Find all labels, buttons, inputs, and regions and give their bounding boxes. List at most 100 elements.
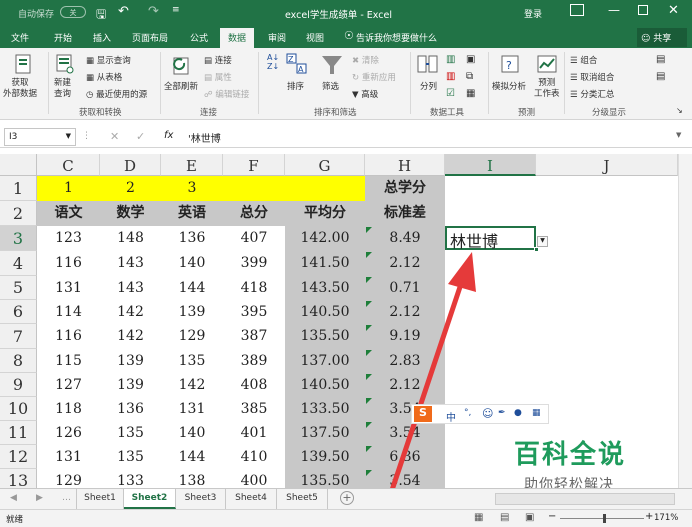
save-icon[interactable]: 🖫 xyxy=(96,5,106,26)
zoom-level[interactable]: 171% xyxy=(654,513,678,523)
cell-g7[interactable]: 135.50 xyxy=(285,324,365,349)
mic-icon[interactable]: ● xyxy=(514,408,522,418)
cell-d12[interactable]: 135 xyxy=(100,445,161,469)
text-to-columns-button[interactable]: 分列 xyxy=(420,80,437,92)
cell-e7[interactable]: 129 xyxy=(161,324,223,349)
from-table-button[interactable]: ▦ 从表格 xyxy=(86,71,122,83)
cell-c5[interactable]: 131 xyxy=(37,276,100,300)
cell-d5[interactable]: 143 xyxy=(100,276,161,300)
dialog-launcher-icon[interactable]: ↘ xyxy=(676,106,683,115)
row-header-7[interactable]: 7 xyxy=(0,324,37,349)
cell-g10[interactable]: 133.50 xyxy=(285,397,365,421)
manage-data-model-icon[interactable]: ▦ xyxy=(466,88,475,99)
cell-d6[interactable]: 142 xyxy=(100,300,161,324)
flash-fill-icon[interactable]: ▥ xyxy=(446,54,455,65)
cell-f4[interactable]: 399 xyxy=(223,251,285,276)
select-all-corner[interactable] xyxy=(0,154,37,176)
tab-file[interactable]: 文件 xyxy=(11,31,29,44)
cell-e8[interactable]: 135 xyxy=(161,349,223,373)
cell-e12[interactable]: 144 xyxy=(161,445,223,469)
cell-e13[interactable]: 138 xyxy=(161,469,223,488)
column-header-g[interactable]: G xyxy=(285,154,365,176)
tab-insert[interactable]: 插入 xyxy=(93,31,111,44)
vertical-scrollbar[interactable] xyxy=(678,154,692,488)
cell-d1[interactable]: 2 xyxy=(100,176,161,201)
toolbox-icon[interactable]: ▦ xyxy=(532,408,541,418)
cell-f5[interactable]: 418 xyxy=(223,276,285,300)
cell-d3[interactable]: 148 xyxy=(100,226,161,251)
tab-data[interactable]: 数据 xyxy=(220,28,255,48)
cell-g9[interactable]: 140.50 xyxy=(285,373,365,397)
sheet-tab-sheet1[interactable]: Sheet1 xyxy=(76,489,124,509)
zoom-in-icon[interactable]: + xyxy=(645,511,653,522)
column-header-d[interactable]: D xyxy=(100,154,161,176)
close-icon[interactable]: ✕ xyxy=(668,3,679,18)
refresh-all-button[interactable]: 全部刷新 xyxy=(164,80,198,92)
column-header-c[interactable]: C xyxy=(37,154,100,176)
add-sheet-icon[interactable]: + xyxy=(340,491,354,505)
page-break-view-icon[interactable]: ▣ xyxy=(525,512,534,523)
advanced-button[interactable]: ▼ 高级 xyxy=(352,88,378,100)
tab-page-layout[interactable]: 页面布局 xyxy=(132,31,168,44)
cell-d10[interactable]: 136 xyxy=(100,397,161,421)
formula-input[interactable]: '林世博 xyxy=(188,130,221,145)
cell-e10[interactable]: 131 xyxy=(161,397,223,421)
ribbon-display-icon[interactable] xyxy=(570,4,584,16)
row-header-12[interactable]: 12 xyxy=(0,445,37,469)
cell-e3[interactable]: 136 xyxy=(161,226,223,251)
subtotal-button[interactable]: ☰ 分类汇总 xyxy=(570,88,614,100)
undo-icon[interactable]: ↶ xyxy=(118,4,129,19)
cell-e9[interactable]: 142 xyxy=(161,373,223,397)
cell-c3[interactable]: 123 xyxy=(37,226,100,251)
cell-e6[interactable]: 139 xyxy=(161,300,223,324)
cell-h1[interactable]: 总学分 xyxy=(365,176,445,201)
row-header-8[interactable]: 8 xyxy=(0,349,37,373)
properties-button[interactable]: ▤ 属性 xyxy=(204,71,232,83)
cell-d7[interactable]: 142 xyxy=(100,324,161,349)
cell-g4[interactable]: 141.50 xyxy=(285,251,365,276)
punctuation-icon[interactable]: °, xyxy=(464,408,471,418)
cell-f9[interactable]: 408 xyxy=(223,373,285,397)
row-header-5[interactable]: 5 xyxy=(0,276,37,300)
consolidate-icon[interactable]: ▣ xyxy=(466,54,475,65)
sheet-tab-sheet2[interactable]: Sheet2 xyxy=(124,489,176,509)
tab-home[interactable]: 开始 xyxy=(54,31,72,44)
cell-d13[interactable]: 133 xyxy=(100,469,161,488)
redo-icon[interactable]: ↷ xyxy=(148,4,159,19)
column-header-f[interactable]: F xyxy=(223,154,285,176)
cell-c10[interactable]: 118 xyxy=(37,397,100,421)
clear-button[interactable]: ✖ 清除 xyxy=(352,54,379,66)
row-header-4[interactable]: 4 xyxy=(0,251,37,276)
row-header-10[interactable]: 10 xyxy=(0,397,37,421)
zoom-out-icon[interactable]: − xyxy=(548,511,556,522)
cell-g12[interactable]: 139.50 xyxy=(285,445,365,469)
share-button[interactable]: ☺ 共享 xyxy=(637,28,687,47)
login-link[interactable]: 登录 xyxy=(524,7,542,20)
chevron-down-icon[interactable]: ▼ xyxy=(66,132,71,140)
column-header-e[interactable]: E xyxy=(161,154,223,176)
cell-e11[interactable]: 140 xyxy=(161,421,223,445)
remove-duplicates-icon[interactable]: ▥ xyxy=(446,71,455,82)
expand-formula-icon[interactable]: ▼ xyxy=(676,131,681,139)
cell-c12[interactable]: 131 xyxy=(37,445,100,469)
get-external-data-button[interactable]: 获取 外部数据 xyxy=(3,78,37,100)
autosave-toggle[interactable]: 关 xyxy=(60,6,86,18)
ime-language[interactable]: 中 xyxy=(446,409,456,424)
cell-g2[interactable]: 平均分 xyxy=(285,201,365,226)
cell-d11[interactable]: 135 xyxy=(100,421,161,445)
row-header-1[interactable]: 1 xyxy=(0,176,37,201)
name-box[interactable]: I3 ▼ xyxy=(4,128,76,146)
customize-qat-icon[interactable]: ≡ xyxy=(172,5,180,15)
cell-f11[interactable]: 401 xyxy=(223,421,285,445)
relationships-icon[interactable]: ⧉ xyxy=(466,71,473,82)
autocomplete-dropdown-icon[interactable]: ▼ xyxy=(537,236,548,247)
cell-c13[interactable]: 129 xyxy=(37,469,100,488)
row-header-2[interactable]: 2 xyxy=(0,201,37,226)
sort-az-icon[interactable]: A↓ Z↓ xyxy=(267,53,279,71)
sheet-tab-sheet4[interactable]: Sheet4 xyxy=(226,489,277,509)
data-validation-icon[interactable]: ☑ xyxy=(446,88,455,99)
group-button[interactable]: ☰ 组合 xyxy=(570,54,597,66)
cell-g3[interactable]: 142.00 xyxy=(285,226,365,251)
cell-e2[interactable]: 英语 xyxy=(161,201,223,226)
tab-formulas[interactable]: 公式 xyxy=(190,31,208,44)
